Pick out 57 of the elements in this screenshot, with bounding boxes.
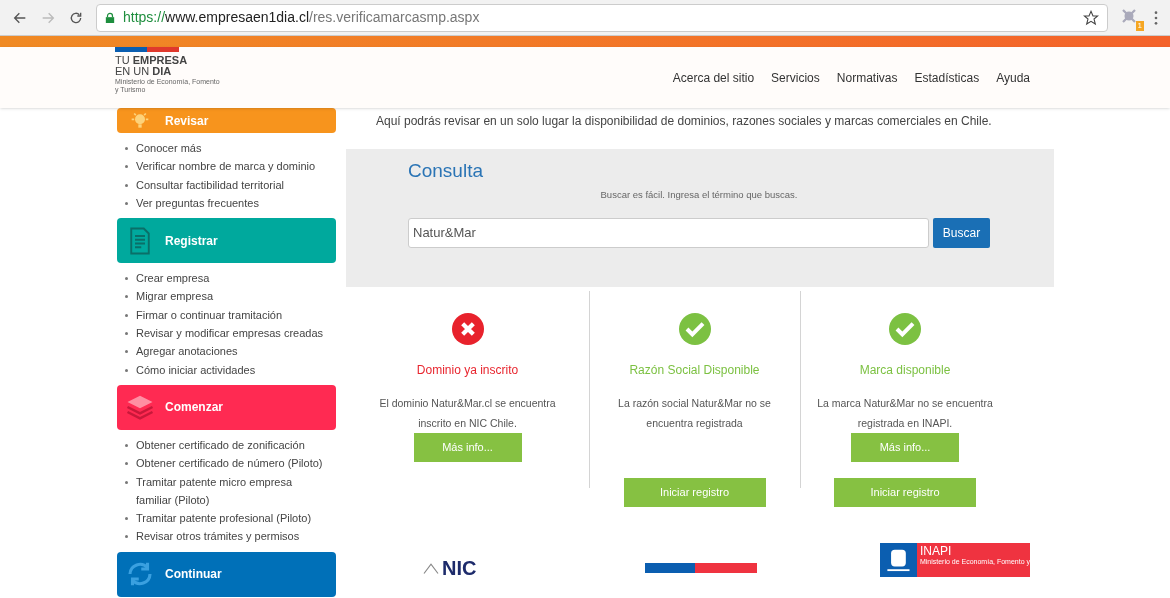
bullet-icon — [125, 462, 128, 466]
search-hint: Buscar es fácil. Ingresa el término que buscas. — [600, 187, 798, 202]
bullet-icon — [125, 183, 128, 187]
result-title: Marca disponible — [859, 362, 951, 379]
sidebar-link[interactable]: Consultar factibilidad territorial — [136, 175, 326, 194]
bullet-icon — [125, 535, 128, 539]
bullet-icon — [125, 295, 128, 299]
result-text: El dominio Natur&Mar.cl se encuentra inscrito en NIC Chile. — [378, 396, 557, 431]
nav-link[interactable]: Normativas — [836, 69, 898, 87]
result-title: Razón Social Disponible — [629, 362, 760, 379]
nav-link[interactable]: Ayuda — [996, 69, 1030, 87]
sidebar-link[interactable]: Obtener certificado de zonificación — [136, 435, 326, 455]
sidebar-link[interactable]: Verificar nombre de marca y dominio — [136, 157, 326, 176]
section-button[interactable]: Comenzar — [117, 384, 336, 430]
sidebar-link[interactable]: Revisar otros trámites y permisos — [136, 527, 326, 546]
sidebar-link[interactable]: Cómo iniciar actividades — [136, 360, 326, 379]
sidebar-link[interactable]: Conocer más — [136, 139, 326, 158]
bullet-icon — [125, 201, 128, 205]
sidebar-link[interactable]: Revisar y modificar empresas creadas — [136, 324, 326, 343]
sidebar-link[interactable]: Migrar empresa — [136, 287, 326, 306]
menu-icon[interactable] — [1154, 9, 1158, 26]
inapi-name: INAPI — [919, 545, 953, 558]
nic-logo[interactable]: NIC — [422, 559, 477, 577]
roof-icon — [422, 563, 440, 577]
bullet-icon — [125, 313, 128, 317]
nav-link[interactable]: Estadísticas — [914, 69, 980, 87]
bullet-icon — [125, 480, 128, 484]
notification-badge: 1 — [1135, 20, 1144, 31]
sidebar-link[interactable]: Firmar o continuar tramitación — [136, 305, 326, 325]
search-field[interactable]: Natur&Mar — [408, 217, 929, 248]
star-icon[interactable] — [1083, 9, 1099, 26]
nav-link[interactable]: Acerca del sitio — [672, 69, 755, 87]
bullet-icon — [125, 332, 128, 336]
result-text: La marca Natur&Mar no se encuentra registrada en INAPI. — [816, 396, 994, 431]
bullet-icon — [125, 443, 128, 447]
sidebar-link[interactable]: Tramitar patente profesional (Piloto) — [136, 509, 326, 528]
sidebar-link[interactable]: Ver preguntas frecuentes — [136, 193, 326, 213]
sidebar-link[interactable]: Agregar anotaciones — [136, 342, 326, 361]
result-title: Dominio ya inscrito — [416, 362, 519, 379]
bullet-icon — [125, 368, 128, 372]
lock-icon — [105, 11, 115, 24]
bullet-icon — [125, 165, 128, 169]
section-button[interactable]: Continuar — [117, 551, 336, 597]
bullet-icon — [125, 147, 128, 150]
bullet-icon — [125, 277, 128, 281]
emblem-icon — [880, 543, 917, 577]
sidebar-link[interactable]: Tramitar patente micro empresa familiar (Piloto) — [136, 472, 326, 510]
sidebar-link[interactable]: Crear empresa — [136, 269, 326, 288]
address-bar[interactable]: https://www.empresaen1dia.cl/res.verificamarcasmp.aspx — [96, 3, 1108, 32]
panel-title: Consulta — [408, 159, 483, 183]
bullet-icon — [125, 350, 128, 354]
search-button[interactable]: Buscar — [933, 217, 990, 248]
result-text: La razón social Natur&Mar no se encuentra registrada — [617, 396, 772, 431]
sidebar-link[interactable]: Obtener certificado de número (Piloto) — [136, 454, 326, 473]
intro-text: Aquí podrás revisar en un solo lugar la disponibilidad de dominios, razones sociales y marcas comerciales en Chile. — [375, 113, 993, 130]
bullet-icon — [125, 517, 128, 521]
nav-link[interactable]: Servicios — [771, 69, 820, 87]
